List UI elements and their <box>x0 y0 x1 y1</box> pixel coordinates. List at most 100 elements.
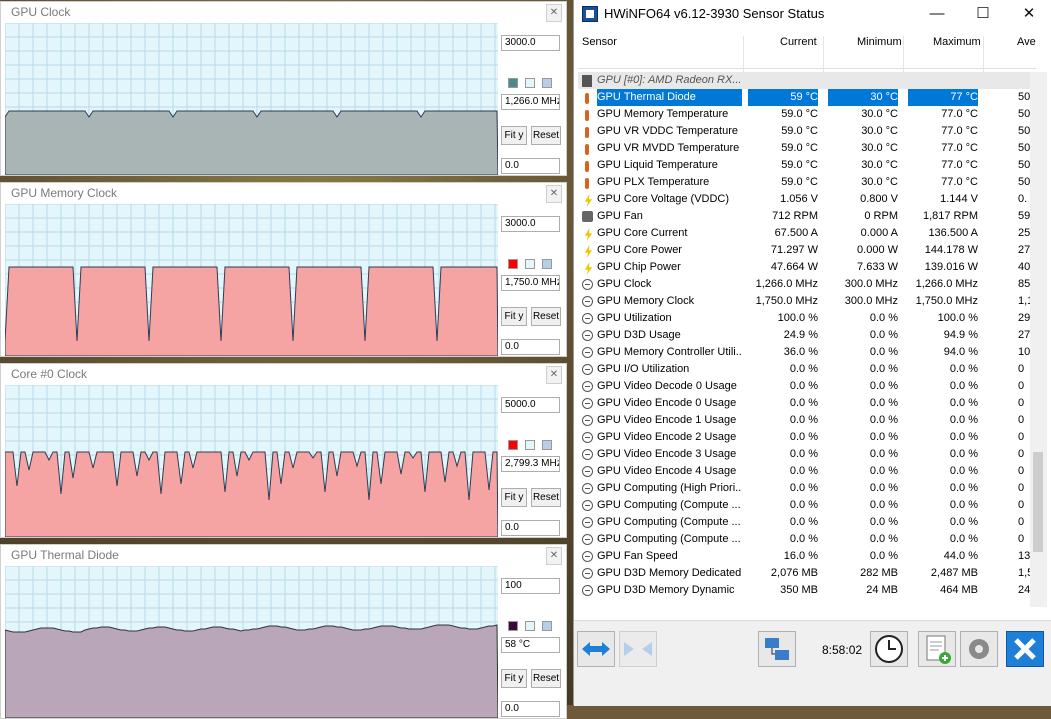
col-minimum[interactable]: Minimum <box>857 36 902 48</box>
graph-min-value[interactable]: 0.0 <box>501 339 560 355</box>
col-current[interactable]: Current <box>780 36 817 48</box>
line-color-swatch[interactable] <box>508 78 518 88</box>
graph-close-button[interactable]: ✕ <box>546 4 562 22</box>
sensor-row[interactable]: GPU Fan 712 RPM 0 RPM 1,817 RPM 595 <box>578 208 1030 225</box>
close-sensors-button[interactable] <box>1006 631 1044 667</box>
clock-button[interactable] <box>870 631 908 667</box>
sensor-current: 24.9 % <box>783 329 818 341</box>
sensor-minimum: 0.0 % <box>869 431 898 443</box>
bg-color-swatch[interactable] <box>525 621 535 631</box>
gpu-chip-icon <box>582 75 592 87</box>
sensor-row[interactable]: GPU VR MVDD Temperature 59.0 °C 30.0 °C … <box>578 140 1030 157</box>
collapse-arrows-button[interactable] <box>619 631 657 667</box>
sensor-maximum: 77.0 °C <box>941 142 978 154</box>
sensor-maximum: 1,266.0 MHz <box>915 278 978 290</box>
sensor-row[interactable]: GPU Computing (Compute ... 0.0 % 0.0 % 0… <box>578 531 1030 548</box>
sensor-row[interactable]: GPU Video Encode 4 Usage 0.0 % 0.0 % 0.0… <box>578 463 1030 480</box>
sensor-row[interactable]: GPU Video Decode 0 Usage 0.0 % 0.0 % 0.0… <box>578 378 1030 395</box>
graph-max-value[interactable]: 3000.0 <box>501 35 560 51</box>
sensor-row[interactable]: GPU Video Encode 1 Usage 0.0 % 0.0 % 0.0… <box>578 412 1030 429</box>
line-color-swatch[interactable] <box>508 259 518 269</box>
grid-color-swatch[interactable] <box>542 621 552 631</box>
sensor-row[interactable]: GPU I/O Utilization 0.0 % 0.0 % 0.0 % 0 <box>578 361 1030 378</box>
sensor-row[interactable]: GPU D3D Memory Dynamic 350 MB 24 MB 464 … <box>578 582 1030 599</box>
sensor-name: GPU D3D Memory Dedicated <box>597 567 742 579</box>
graph-close-button[interactable]: ✕ <box>546 366 562 384</box>
grid-color-swatch[interactable] <box>542 259 552 269</box>
sensor-row[interactable]: GPU PLX Temperature 59.0 °C 30.0 °C 77.0… <box>578 174 1030 191</box>
gauge-icon <box>582 432 593 443</box>
bg-color-swatch[interactable] <box>525 259 535 269</box>
scrollbar-thumb[interactable] <box>1033 452 1043 552</box>
sensor-row[interactable]: GPU Clock 1,266.0 MHz 300.0 MHz 1,266.0 … <box>578 276 1030 293</box>
sensor-row[interactable]: GPU Memory Temperature 59.0 °C 30.0 °C 7… <box>578 106 1030 123</box>
line-color-swatch[interactable] <box>508 440 518 450</box>
col-sensor[interactable]: Sensor <box>582 36 617 48</box>
reset-button[interactable]: Reset <box>531 307 561 326</box>
graph-max-value[interactable]: 3000.0 <box>501 216 560 232</box>
sensor-row[interactable]: GPU VR VDDC Temperature 59.0 °C 30.0 °C … <box>578 123 1030 140</box>
graph-min-value[interactable]: 0.0 <box>501 158 560 174</box>
fit-y-button[interactable]: Fit y <box>501 669 527 688</box>
bg-color-swatch[interactable] <box>525 78 535 88</box>
sensor-average: 24 <box>1018 584 1030 596</box>
graph-min-value[interactable]: 0.0 <box>501 520 560 536</box>
sensor-row[interactable]: GPU Chip Power 47.664 W 7.633 W 139.016 … <box>578 259 1030 276</box>
col-average[interactable]: Ave <box>1017 36 1036 48</box>
close-button[interactable]: ✕ <box>1006 0 1051 28</box>
fit-y-button[interactable]: Fit y <box>501 488 527 507</box>
sensor-list[interactable]: GPU [#0]: AMD Radeon RX... GPU Thermal D… <box>578 72 1030 607</box>
vertical-scrollbar[interactable] <box>1030 72 1047 607</box>
graph-max-value[interactable]: 100 <box>501 578 560 594</box>
grid-color-swatch[interactable] <box>542 78 552 88</box>
sensor-row[interactable]: GPU D3D Memory Dedicated 2,076 MB 282 MB… <box>578 565 1030 582</box>
sensor-name: GPU Computing (Compute ... <box>597 499 741 511</box>
gauge-icon <box>582 551 593 562</box>
sensor-row[interactable]: GPU Video Encode 2 Usage 0.0 % 0.0 % 0.0… <box>578 429 1030 446</box>
sensor-row[interactable]: GPU Computing (High Priori... 0.0 % 0.0 … <box>578 480 1030 497</box>
sensor-row[interactable]: GPU Core Current 67.500 A 0.000 A 136.50… <box>578 225 1030 242</box>
add-report-button[interactable] <box>918 631 956 667</box>
sensor-row[interactable]: GPU Utilization 100.0 % 0.0 % 100.0 % 29 <box>578 310 1030 327</box>
sensor-row[interactable]: GPU Fan Speed 16.0 % 0.0 % 44.0 % 13 <box>578 548 1030 565</box>
sensor-group-header[interactable]: GPU [#0]: AMD Radeon RX... <box>578 72 1030 89</box>
sensor-minimum: 30.0 °C <box>861 142 898 154</box>
maximize-button[interactable]: ☐ <box>960 0 1006 28</box>
graph-min-value[interactable]: 0.0 <box>501 701 560 717</box>
sensor-row[interactable]: GPU Memory Controller Utili... 36.0 % 0.… <box>578 344 1030 361</box>
reset-button[interactable]: Reset <box>531 669 561 688</box>
grid-color-swatch[interactable] <box>542 440 552 450</box>
sensor-row[interactable]: GPU Memory Clock 1,750.0 MHz 300.0 MHz 1… <box>578 293 1030 310</box>
sensor-row[interactable]: GPU Core Power 71.297 W 0.000 W 144.178 … <box>578 242 1030 259</box>
gauge-icon <box>582 296 593 307</box>
sensor-row[interactable]: GPU Core Voltage (VDDC) 1.056 V 0.800 V … <box>578 191 1030 208</box>
sensor-row[interactable]: GPU Computing (Compute ... 0.0 % 0.0 % 0… <box>578 497 1030 514</box>
sensor-row[interactable]: GPU Thermal Diode 59 °C 30 °C 77 °C 50 <box>578 89 1030 106</box>
sensor-average: 29 <box>1018 312 1030 324</box>
sensor-maximum: 0.0 % <box>949 499 978 511</box>
bg-color-swatch[interactable] <box>525 440 535 450</box>
graph-close-button[interactable]: ✕ <box>546 547 562 565</box>
gauge-icon <box>582 517 593 528</box>
settings-button[interactable] <box>960 631 998 667</box>
navigate-arrows-button[interactable] <box>577 631 615 667</box>
graph-close-button[interactable]: ✕ <box>546 185 562 203</box>
sensor-row[interactable]: GPU Computing (Compute ... 0.0 % 0.0 % 0… <box>578 514 1030 531</box>
line-color-swatch[interactable] <box>508 621 518 631</box>
reset-button[interactable]: Reset <box>531 126 561 145</box>
network-button[interactable] <box>758 631 796 667</box>
sensor-row[interactable]: GPU Video Encode 0 Usage 0.0 % 0.0 % 0.0… <box>578 395 1030 412</box>
sensor-row[interactable]: GPU D3D Usage 24.9 % 0.0 % 94.9 % 27 <box>578 327 1030 344</box>
sensor-maximum: 0.0 % <box>949 431 978 443</box>
sensor-current: 1.056 V <box>780 193 818 205</box>
fit-y-button[interactable]: Fit y <box>501 307 527 326</box>
fit-y-button[interactable]: Fit y <box>501 126 527 145</box>
sensor-average: 0 <box>1018 533 1025 545</box>
minimize-button[interactable]: — <box>914 0 960 28</box>
graph-max-value[interactable]: 5000.0 <box>501 397 560 413</box>
reset-button[interactable]: Reset <box>531 488 561 507</box>
sensor-row[interactable]: GPU Video Encode 3 Usage 0.0 % 0.0 % 0.0… <box>578 446 1030 463</box>
sensor-maximum: 1,750.0 MHz <box>915 295 978 307</box>
sensor-row[interactable]: GPU Liquid Temperature 59.0 °C 30.0 °C 7… <box>578 157 1030 174</box>
col-maximum[interactable]: Maximum <box>933 36 981 48</box>
